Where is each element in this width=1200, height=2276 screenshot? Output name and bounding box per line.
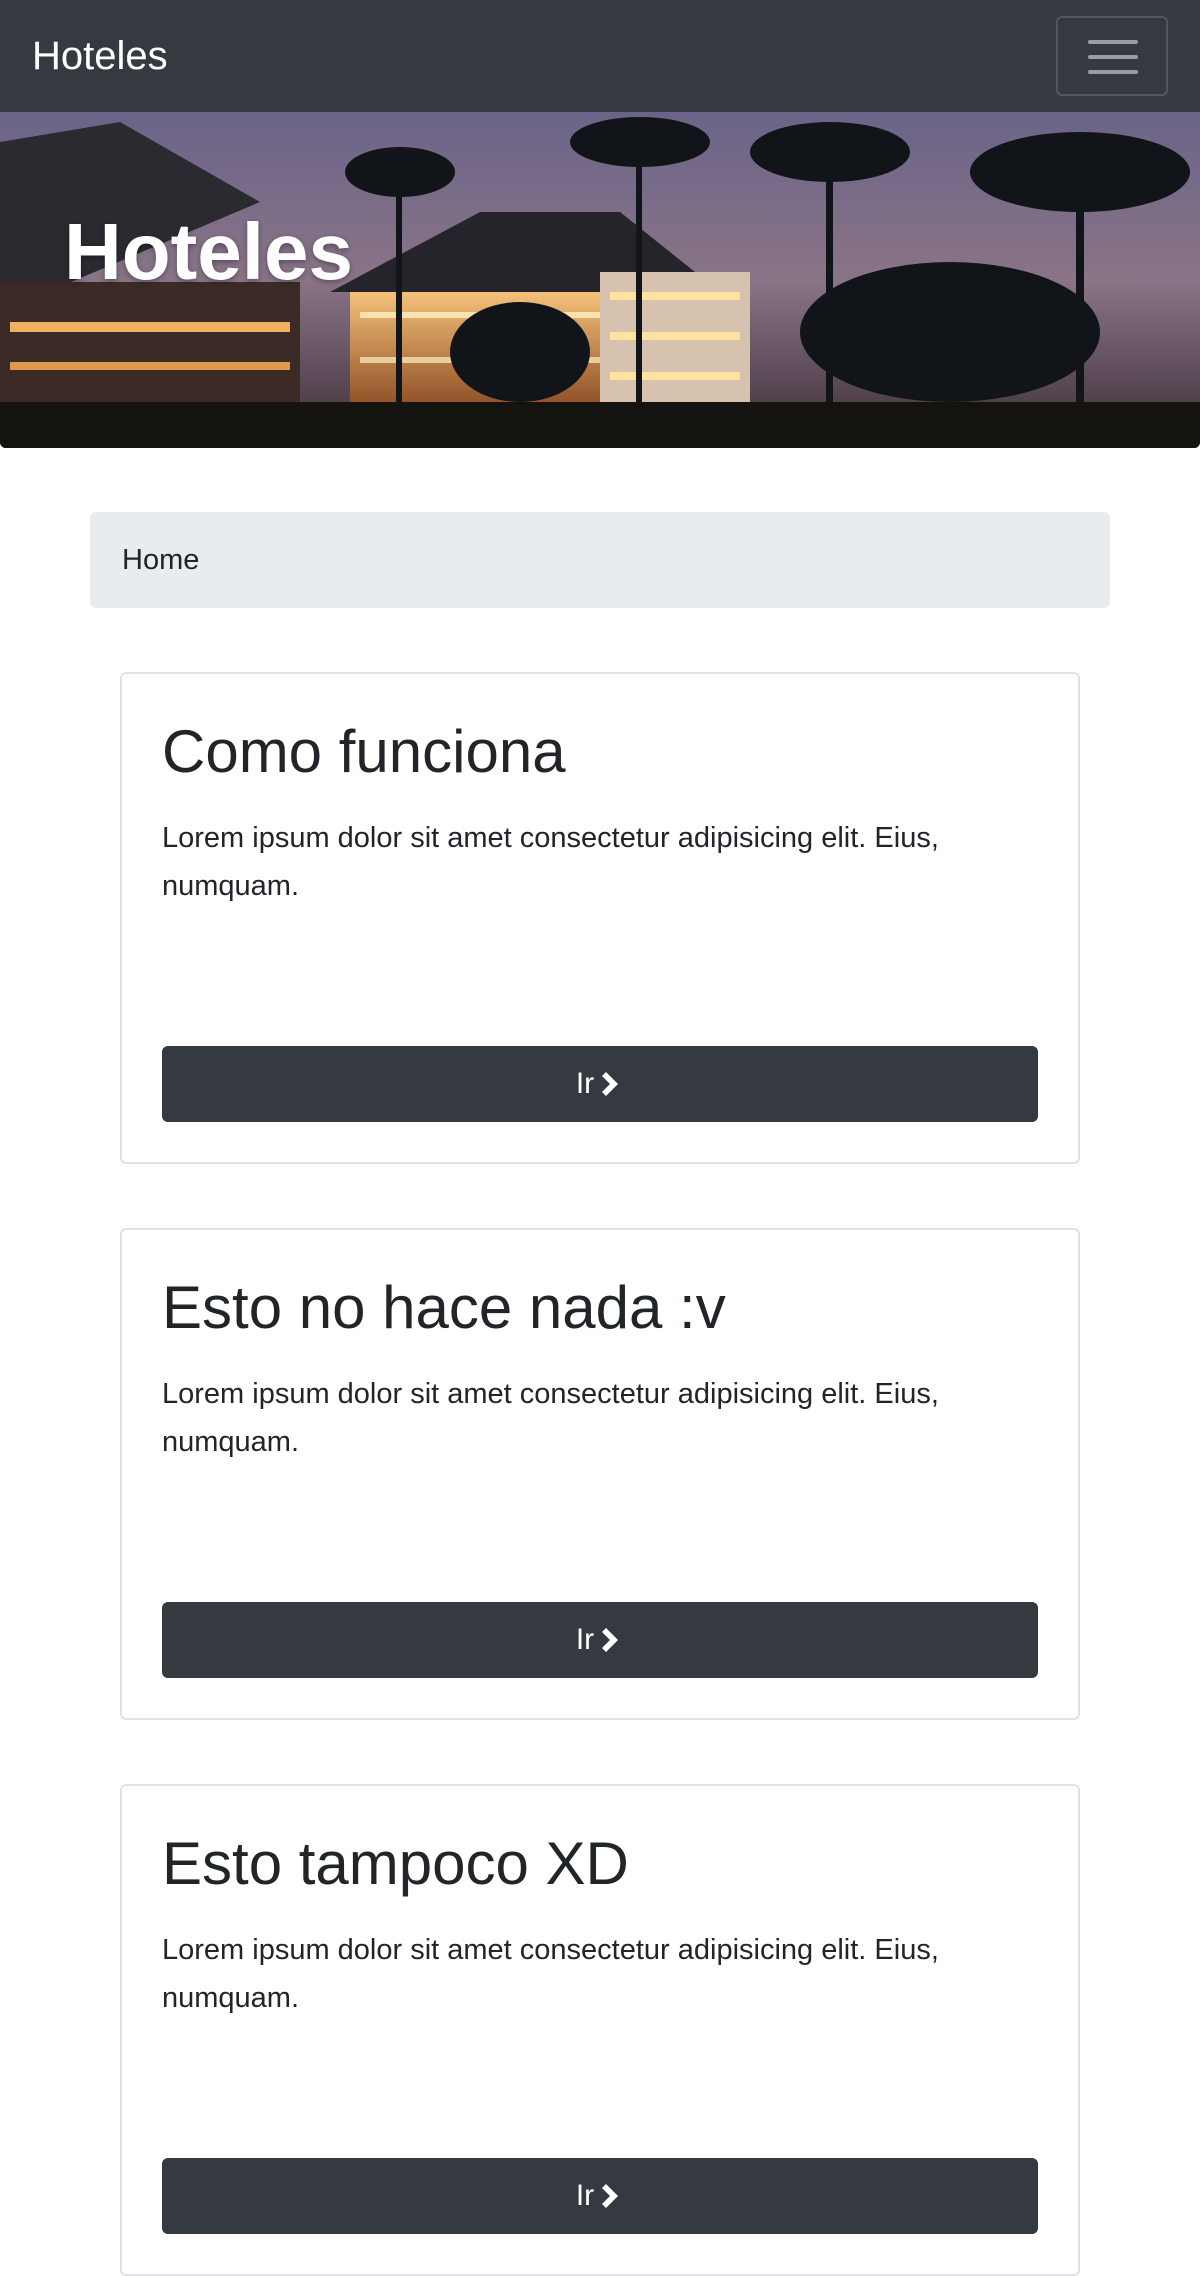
ir-button[interactable]: Ir	[162, 1602, 1038, 1678]
card-text: Lorem ipsum dolor sit amet consectetur a…	[162, 1934, 939, 2014]
navbar-toggler-button[interactable]	[1056, 16, 1168, 96]
chevron-right-icon	[602, 1628, 619, 1652]
ir-button-label: Ir	[575, 1623, 595, 1656]
ir-button[interactable]: Ir	[162, 1046, 1038, 1122]
card-title: Como funciona	[162, 718, 566, 785]
hero-banner: Hoteles	[0, 112, 1200, 448]
ir-button-label: Ir	[575, 1067, 595, 1100]
card-text: Lorem ipsum dolor sit amet consectetur a…	[162, 1378, 939, 1458]
card-como-funciona: Como funciona Lorem ipsum dolor sit amet…	[120, 672, 1080, 1164]
navbar-brand[interactable]: Hoteles	[32, 0, 168, 112]
card-esto-no-hace-nada: Esto no hace nada :v Lorem ipsum dolor s…	[120, 1228, 1080, 1720]
breadcrumb: Home	[90, 512, 1110, 608]
hero-title: Hoteles	[64, 207, 353, 296]
ir-button-label: Ir	[575, 2179, 595, 2212]
ir-button[interactable]: Ir	[162, 2158, 1038, 2234]
chevron-right-icon	[602, 1072, 619, 1096]
card-text: Lorem ipsum dolor sit amet consectetur a…	[162, 822, 939, 902]
breadcrumb-item-home[interactable]: Home	[122, 512, 199, 608]
card-esto-tampoco: Esto tampoco XD Lorem ipsum dolor sit am…	[120, 1784, 1080, 2276]
card-title: Esto tampoco XD	[162, 1830, 629, 1897]
card-title: Esto no hace nada :v	[162, 1274, 726, 1341]
navbar: Hoteles	[0, 0, 1200, 112]
chevron-right-icon	[602, 2184, 619, 2208]
